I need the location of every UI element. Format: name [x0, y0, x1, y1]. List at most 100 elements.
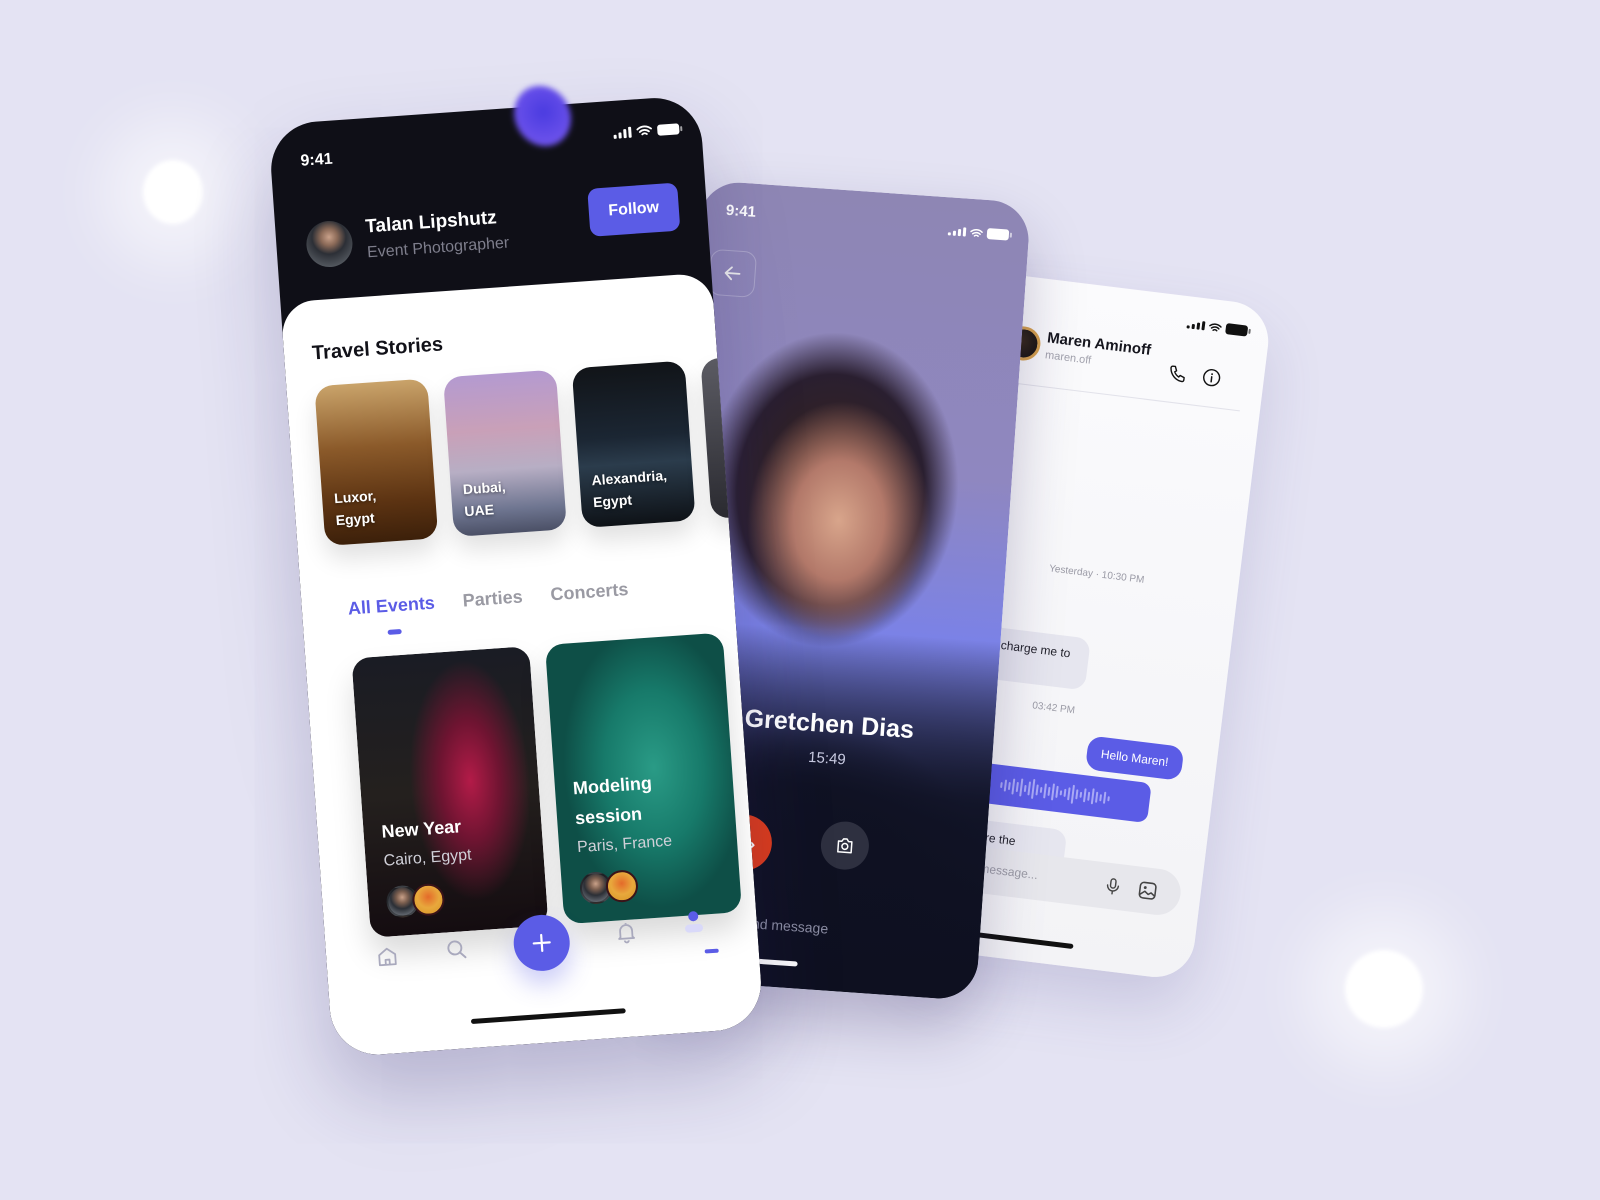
- follow-button[interactable]: Follow: [587, 182, 681, 237]
- decorative-glow: [143, 160, 203, 224]
- nav-home[interactable]: [371, 941, 403, 973]
- status-time: 9:41: [725, 201, 757, 221]
- message-timestamp: Yesterday · 10:30 PM: [1048, 563, 1145, 586]
- content-sheet: Travel Stories Luxor, Egypt Dubai, UAE Ale…: [280, 272, 765, 1058]
- event-card[interactable]: Modeling session Paris, France: [544, 632, 743, 925]
- wifi-icon: [636, 125, 652, 136]
- profile-role: Event Photographer: [366, 234, 510, 262]
- nav-notifications[interactable]: [610, 916, 642, 948]
- decorative-glow: [1345, 950, 1423, 1028]
- story-card[interactable]: Alexandria, Egypt: [571, 360, 696, 529]
- event-card[interactable]: New Year Cairo, Egypt: [351, 646, 549, 938]
- event-location: Cairo, Egypt: [383, 846, 473, 870]
- profile-name: Talan Lipshutz: [364, 207, 498, 238]
- waveform-bar: [1054, 785, 1059, 798]
- events-list: New Year Cairo, Egypt Modeling session P…: [351, 632, 743, 938]
- waveform-bar: [1070, 784, 1075, 804]
- avatar: [411, 882, 446, 917]
- message-bubble-outgoing: Hello Maren!: [1084, 735, 1185, 781]
- wifi-icon: [970, 228, 983, 237]
- waveform-bar: [1023, 784, 1027, 792]
- story-card[interactable]: Dubai, UAE: [443, 369, 567, 538]
- waveform-bar: [1102, 791, 1106, 804]
- waveform-bar: [1039, 786, 1043, 793]
- info-icon[interactable]: [1201, 366, 1223, 388]
- waveform-bar: [1094, 791, 1098, 803]
- waveform-bar: [1030, 778, 1035, 799]
- phone-call-icon[interactable]: [1167, 362, 1189, 384]
- status-time: 9:41: [300, 150, 334, 170]
- status-bar-icons: [1186, 318, 1249, 337]
- back-button[interactable]: [708, 248, 758, 298]
- waveform-bar: [1010, 778, 1015, 795]
- waveform-bar: [1026, 781, 1031, 796]
- waveform-bar: [1042, 782, 1047, 798]
- waveform-bar: [1063, 788, 1067, 797]
- tab-parties[interactable]: Parties: [462, 586, 523, 611]
- battery-icon: [986, 228, 1010, 241]
- bell-icon: [618, 922, 635, 944]
- create-button[interactable]: [511, 913, 572, 973]
- profile-icon: [685, 911, 704, 933]
- avatar: [604, 869, 640, 904]
- waveform-bar: [1059, 789, 1062, 795]
- battery-icon: [656, 122, 680, 136]
- signal-icon: [947, 226, 967, 237]
- story-label: Luxor,: [333, 487, 377, 507]
- status-bar-icons: [613, 122, 680, 139]
- attendee-avatars: [385, 882, 446, 919]
- wifi-icon: [1209, 322, 1222, 331]
- waveform-bar: [1035, 783, 1039, 795]
- plus-icon: [532, 933, 551, 952]
- tab-concerts[interactable]: Concerts: [550, 579, 629, 605]
- event-title: New Year: [380, 816, 462, 842]
- waveform-bar: [999, 781, 1003, 789]
- nav-profile[interactable]: [678, 907, 710, 939]
- profile-avatar[interactable]: [304, 219, 354, 269]
- waveform-bar: [1090, 788, 1095, 805]
- story-label: Egypt: [592, 491, 633, 511]
- waveform-bar: [1106, 795, 1110, 801]
- active-tab-indicator: [387, 628, 402, 635]
- waveform-bar: [1007, 781, 1011, 791]
- waveform-bar: [1003, 779, 1007, 792]
- active-nav-indicator: [704, 948, 719, 954]
- contact-handle: maren.off: [1044, 349, 1092, 367]
- waveform-bar: [1074, 789, 1079, 800]
- travel-stories-list: Luxor, Egypt Dubai, UAE Alexandria, Egypt: [314, 356, 752, 547]
- voice-waveform: [999, 773, 1111, 810]
- waveform-bar: [1018, 778, 1023, 797]
- signal-icon: [1186, 319, 1206, 331]
- battery-icon: [1225, 323, 1249, 337]
- section-title: Travel Stories: [311, 333, 444, 365]
- home-indicator: [470, 1008, 626, 1025]
- nav-search[interactable]: [441, 934, 473, 966]
- waveform-bar: [1098, 793, 1102, 801]
- microphone-icon[interactable]: [1102, 874, 1125, 898]
- story-card[interactable]: Luxor, Egypt: [314, 378, 439, 547]
- arrow-left-icon: [724, 266, 741, 281]
- event-location: Paris, France: [576, 832, 673, 857]
- search-icon: [447, 940, 467, 959]
- profile-screen: 9:41 Talan Lipshutz Event Photographer F…: [268, 94, 765, 1058]
- message-timestamp: 03:42 PM: [1031, 700, 1076, 717]
- waveform-bar: [1082, 788, 1087, 803]
- story-label: Egypt: [335, 509, 376, 529]
- event-title: session: [574, 803, 643, 829]
- waveform-bar: [1050, 782, 1055, 800]
- status-bar-icons: [947, 225, 1010, 241]
- camera-icon: [837, 838, 853, 854]
- waveform-bar: [1015, 781, 1019, 793]
- story-label: UAE: [463, 501, 495, 520]
- attendee-avatars: [578, 869, 640, 906]
- event-tabs: All Events Parties Concerts: [347, 579, 629, 635]
- tab-all-events[interactable]: All Events: [347, 593, 435, 620]
- waveform-bar: [1066, 786, 1071, 800]
- signal-icon: [613, 126, 632, 139]
- waveform-bar: [1079, 791, 1082, 798]
- waveform-bar: [1047, 786, 1051, 796]
- waveform-bar: [1086, 791, 1090, 801]
- home-icon: [378, 947, 397, 967]
- image-icon[interactable]: [1135, 878, 1160, 903]
- story-label: Dubai,: [462, 478, 507, 498]
